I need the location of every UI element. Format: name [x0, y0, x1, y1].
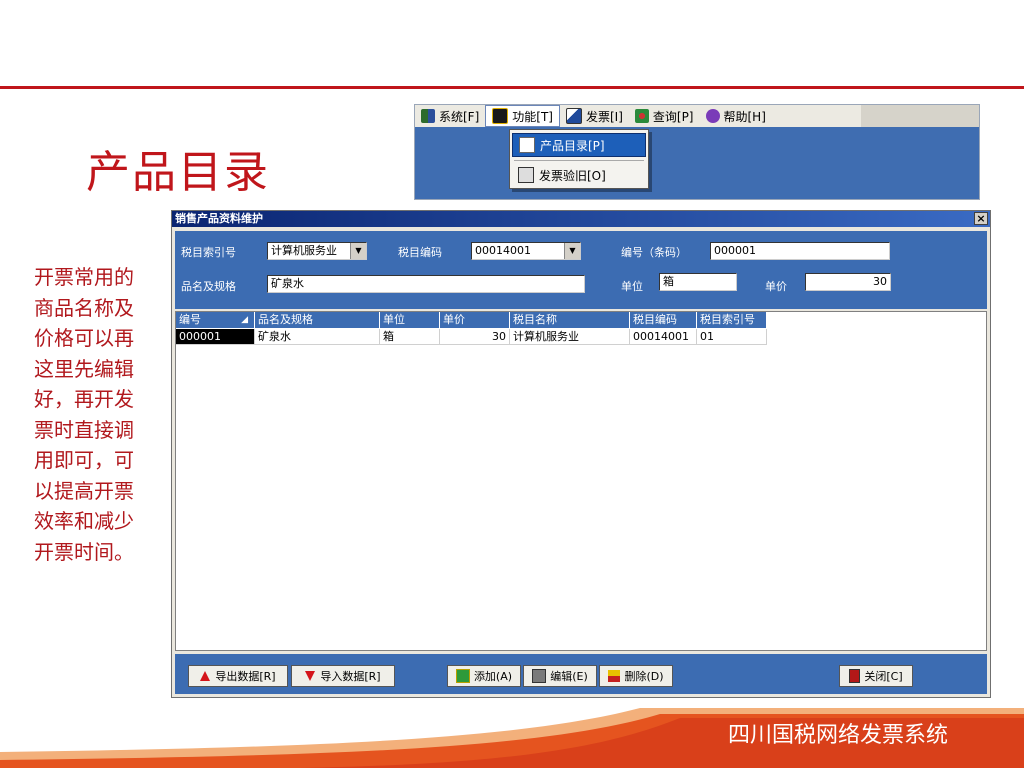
slide-title: 产品目录 [86, 147, 270, 198]
product-grid: 编号 ◢ 品名及规格 单位 单价 税目名称 税目编码 税目索引号 000001 矿… [175, 311, 987, 651]
edit-button[interactable]: 编辑(E) [523, 665, 597, 687]
form-panel: 税目索引号 计算机服务业 ▼ 税目编码 00014001 ▼ 编号（条码） 00… [175, 231, 987, 309]
edit-icon [532, 669, 547, 683]
product-maintenance-window: 销售产品资料维护 × 税目索引号 计算机服务业 ▼ 税目编码 00014001 … [171, 210, 991, 698]
cell-tax-code[interactable]: 00014001 [630, 329, 697, 345]
cell-tax-name[interactable]: 计算机服务业 [510, 329, 630, 345]
catalog-icon [519, 137, 535, 153]
name-label: 品名及规格 [181, 280, 236, 293]
menu-query[interactable]: 查询[P] [629, 105, 700, 127]
menu-query-label: 查询[P] [652, 109, 694, 124]
delete-icon [608, 670, 621, 682]
menu-system[interactable]: 系统[F] [415, 105, 485, 127]
col-header-tax-name[interactable]: 税目名称 [510, 312, 630, 328]
verify-icon [518, 167, 534, 183]
menu-function-label: 功能[T] [512, 109, 553, 124]
tax-code-label: 税目编码 [398, 246, 442, 259]
button-panel: 导出数据[R] 导入数据[R] 添加(A) 编辑(E) 删除(D) 关闭[C] [175, 654, 987, 694]
col-header-code[interactable]: 编号 ◢ [176, 312, 255, 328]
unit-label: 单位 [621, 280, 643, 293]
unit-input[interactable]: 箱 [659, 273, 737, 291]
dropdown-item-verify-label: 发票验旧[O] [539, 168, 606, 183]
col-header-unit[interactable]: 单位 [380, 312, 440, 328]
menu-invoice-label: 发票[I] [585, 109, 623, 124]
cell-name[interactable]: 矿泉水 [255, 329, 380, 345]
tax-code-select[interactable]: 00014001 ▼ [471, 242, 581, 260]
window-close-button[interactable]: × [974, 212, 988, 225]
export-button[interactable]: 导出数据[R] [188, 665, 288, 687]
close-button[interactable]: 关闭[C] [839, 665, 913, 687]
invoice-icon [565, 108, 582, 124]
cell-tax-index[interactable]: 01 [697, 329, 767, 345]
menu-screenshot: 系统[F] 功能[T] 发票[I] 查询[P] 帮助[H] 产品目录[P] 发票… [414, 104, 980, 200]
query-icon [634, 109, 649, 123]
menu-system-label: 系统[F] [439, 109, 480, 124]
system-icon [421, 109, 435, 123]
chevron-down-icon[interactable]: ▼ [564, 243, 580, 259]
grid-header: 编号 ◢ 品名及规格 单位 单价 税目名称 税目编码 税目索引号 [176, 312, 767, 328]
sort-icon: ◢ [241, 315, 248, 325]
col-header-price[interactable]: 单价 [440, 312, 510, 328]
window-title: 销售产品资料维护 [175, 212, 263, 225]
cell-unit[interactable]: 箱 [380, 329, 440, 345]
exit-icon [849, 669, 861, 683]
menu-function[interactable]: 功能[T] [485, 105, 560, 127]
dropdown-item-catalog-label: 产品目录[P] [540, 138, 605, 153]
menu-help-label: 帮助[H] [723, 109, 766, 124]
code-input[interactable]: 000001 [710, 242, 890, 260]
delete-button[interactable]: 删除(D) [599, 665, 673, 687]
add-icon [455, 669, 470, 683]
top-rule [0, 86, 1024, 89]
import-button[interactable]: 导入数据[R] [291, 665, 395, 687]
col-header-tax-code[interactable]: 税目编码 [630, 312, 697, 328]
tax-index-label: 税目索引号 [181, 246, 236, 259]
help-icon [705, 109, 720, 123]
price-label: 单价 [765, 280, 787, 293]
name-input[interactable]: 矿泉水 [267, 275, 585, 293]
chevron-down-icon[interactable]: ▼ [350, 243, 366, 259]
cell-price[interactable]: 30 [440, 329, 510, 345]
up-arrow-icon [200, 671, 211, 681]
tax-index-select[interactable]: 计算机服务业 ▼ [267, 242, 367, 260]
col-header-tax-index[interactable]: 税目索引号 [697, 312, 767, 328]
add-button[interactable]: 添加(A) [447, 665, 521, 687]
footer-text: 四川国税网络发票系统 [727, 723, 948, 748]
menu-invoice[interactable]: 发票[I] [560, 105, 629, 127]
window-titlebar: 销售产品资料维护 [172, 211, 990, 227]
tax-index-value: 计算机服务业 [271, 244, 337, 257]
dropdown-item-verify[interactable]: 发票验旧[O] [512, 164, 646, 186]
menubar: 系统[F] 功能[T] 发票[I] 查询[P] 帮助[H] [415, 105, 861, 127]
code-label: 编号（条码） [621, 246, 687, 259]
slide-description: 开票常用的商品名称及价格可以再这里先编辑好，再开发票时直接调用即可，可以提高开票… [34, 265, 134, 564]
function-icon [492, 108, 509, 124]
menubar-fill [861, 105, 979, 127]
dropdown-separator [514, 160, 644, 161]
price-input[interactable]: 30 [805, 273, 891, 291]
dropdown-item-catalog[interactable]: 产品目录[P] [512, 133, 646, 157]
col-header-name[interactable]: 品名及规格 [255, 312, 380, 328]
cell-code[interactable]: 000001 [176, 329, 255, 345]
down-arrow-icon [305, 671, 316, 681]
function-dropdown: 产品目录[P] 发票验旧[O] [509, 129, 649, 189]
tax-code-value: 00014001 [475, 244, 531, 257]
table-row[interactable]: 000001 矿泉水 箱 30 计算机服务业 00014001 01 [176, 329, 767, 345]
menu-help[interactable]: 帮助[H] [700, 105, 772, 127]
